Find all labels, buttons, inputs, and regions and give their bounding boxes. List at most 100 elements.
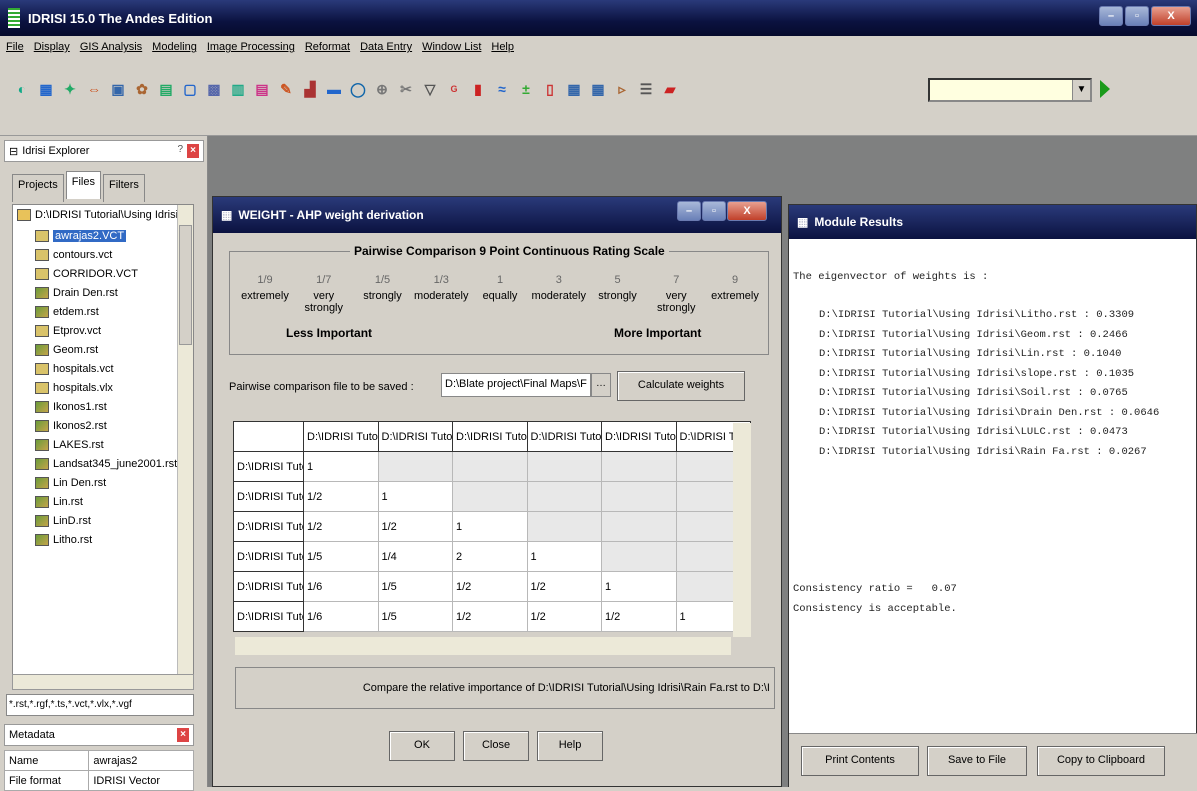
dot-icon[interactable]: ✦ [60, 78, 80, 100]
menu-item-file[interactable]: File [6, 41, 24, 53]
menu-item-reformat[interactable]: Reformat [305, 41, 350, 53]
list-icon[interactable]: ☰ [636, 78, 656, 100]
query-icon[interactable]: ✎ [276, 78, 296, 100]
matrix-hscrollbar[interactable] [235, 637, 731, 655]
matrix-cell[interactable]: 1/2 [377, 511, 453, 542]
wave-icon[interactable]: ≈ [492, 78, 512, 100]
histogram-icon[interactable]: ▮ [468, 78, 488, 100]
save-to-file-button[interactable]: Save to File [927, 746, 1027, 776]
matrix-cell[interactable]: 1/2 [601, 601, 677, 632]
matrix-cell[interactable]: 1/2 [526, 601, 602, 632]
layers-icon[interactable]: ▣ [108, 78, 128, 100]
matrix-cell[interactable]: 1/6 [303, 571, 379, 602]
matrix-cell[interactable]: 2 [452, 541, 528, 572]
folder-path[interactable]: D:\IDRISI Tutorial\Using Idrisi [5 [13, 205, 193, 224]
plus-icon[interactable]: ⊕ [372, 78, 392, 100]
minimize-button[interactable]: – [1099, 6, 1123, 26]
table2-icon[interactable]: ▦ [588, 78, 608, 100]
open-icon[interactable]: ◐ [12, 78, 32, 100]
calculate-weights-button[interactable]: Calculate weights [617, 371, 745, 401]
file-item[interactable]: Ikonos1.rst [13, 397, 193, 416]
tab-projects[interactable]: Projects [12, 174, 64, 202]
matrix-cell[interactable]: 1 [303, 451, 379, 482]
circle-icon[interactable]: ◯ [348, 78, 368, 100]
matrix-cell[interactable]: 1 [526, 541, 602, 572]
restore-button[interactable]: ▫ [1125, 6, 1149, 26]
chart-icon[interactable]: ▟ [300, 78, 320, 100]
chevron-down-icon[interactable]: ▼ [1072, 80, 1090, 100]
filter-icon[interactable]: ▽ [420, 78, 440, 100]
bar-icon[interactable]: ▬ [324, 78, 344, 100]
file-item[interactable]: etdem.rst [13, 302, 193, 321]
matrix-cell[interactable]: 1/2 [452, 571, 528, 602]
menu-item-image-processing[interactable]: Image Processing [207, 41, 295, 53]
file-item[interactable]: awrajas2.VCT [13, 226, 193, 245]
image2-icon[interactable]: ▩ [204, 78, 224, 100]
matrix-cell[interactable]: 1 [452, 511, 528, 542]
matrix-cell[interactable]: 1/5 [377, 571, 453, 602]
file-item[interactable]: contours.vct [13, 245, 193, 264]
file-item[interactable]: Drain Den.rst [13, 283, 193, 302]
matrix-vscrollbar[interactable] [733, 423, 751, 637]
split-icon[interactable]: ▥ [228, 78, 248, 100]
matrix-cell[interactable]: 1/6 [303, 601, 379, 632]
save-file-input[interactable]: D:\Blate project\Final Maps\F [441, 373, 591, 397]
file-item[interactable]: CORRIDOR.VCT [13, 264, 193, 283]
ok-button[interactable]: OK [389, 731, 455, 761]
dialog-close-button[interactable]: X [727, 201, 767, 221]
close-icon[interactable]: × [177, 728, 189, 742]
file-item[interactable]: LinD.rst [13, 511, 193, 530]
matrix-cell[interactable]: 1/2 [303, 481, 379, 512]
file-item[interactable]: Lin.rst [13, 492, 193, 511]
close-button[interactable]: X [1151, 6, 1191, 26]
file-list-scrollbar[interactable] [177, 205, 193, 683]
matrix-cell[interactable]: 1 [377, 481, 453, 512]
palette-icon[interactable]: ▤ [252, 78, 272, 100]
matrix-cell[interactable]: 1/4 [377, 541, 453, 572]
file-item[interactable]: Lin Den.rst [13, 473, 193, 492]
tab-filters[interactable]: Filters [102, 174, 145, 202]
tab-files[interactable]: Files [65, 171, 101, 199]
sum-icon[interactable]: ± [516, 78, 536, 100]
gps-icon[interactable]: G [444, 78, 464, 100]
table-icon[interactable]: ▦ [564, 78, 584, 100]
grid-icon[interactable]: ▤ [156, 78, 176, 100]
gear-icon[interactable]: ✿ [132, 78, 152, 100]
matrix-cell[interactable]: 1/5 [377, 601, 453, 632]
print-contents-button[interactable]: Print Contents [801, 746, 919, 776]
doc-icon[interactable]: ▯ [540, 78, 560, 100]
file-item[interactable]: hospitals.vct [13, 359, 193, 378]
help-button[interactable]: Help [537, 731, 603, 761]
menu-item-help[interactable]: Help [491, 41, 514, 53]
file-list-hscrollbar[interactable] [12, 674, 194, 690]
file-item[interactable]: Landsat345_june2001.rst [13, 454, 193, 473]
file-item[interactable]: Ikonos2.rst [13, 416, 193, 435]
composer-icon[interactable]: ▦ [36, 78, 56, 100]
dialog-maximize-button[interactable]: ▫ [702, 201, 726, 221]
file-item[interactable]: Geom.rst [13, 340, 193, 359]
copy-to-clipboard-button[interactable]: Copy to Clipboard [1037, 746, 1165, 776]
run-icon[interactable] [1100, 80, 1110, 98]
file-item[interactable]: Etprov.vct [13, 321, 193, 340]
menu-item-display[interactable]: Display [34, 41, 70, 53]
close-dialog-button[interactable]: Close [463, 731, 529, 761]
dialog-minimize-button[interactable]: – [677, 201, 701, 221]
image-icon[interactable]: ▢ [180, 78, 200, 100]
file-item[interactable]: hospitals.vlx [13, 378, 193, 397]
matrix-cell[interactable]: 1 [601, 571, 677, 602]
menu-item-data-entry[interactable]: Data Entry [360, 41, 412, 53]
file-item[interactable]: LAKES.rst [13, 435, 193, 454]
flow-icon[interactable]: ▹ [612, 78, 632, 100]
matrix-cell[interactable]: 1/5 [303, 541, 379, 572]
scissors-icon[interactable]: ✂ [396, 78, 416, 100]
eraser-icon[interactable]: ▰ [660, 78, 680, 100]
module-combo[interactable]: ▼ [928, 78, 1092, 102]
menu-item-modeling[interactable]: Modeling [152, 41, 197, 53]
file-filter-select[interactable]: *.rst,*.rgf,*.ts,*.vct,*.vlx,*.vgf [6, 694, 194, 716]
arrows-icon[interactable]: ⇔ [84, 78, 104, 100]
menu-item-gis-analysis[interactable]: GIS Analysis [80, 41, 142, 53]
matrix-cell[interactable]: 1/2 [452, 601, 528, 632]
menu-item-window-list[interactable]: Window List [422, 41, 481, 53]
close-icon[interactable]: × [187, 144, 199, 158]
matrix-cell[interactable]: 1/2 [303, 511, 379, 542]
